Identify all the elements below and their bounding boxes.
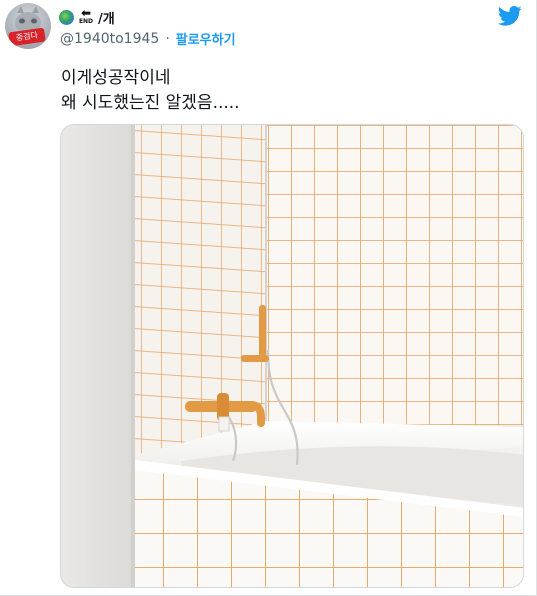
tweet-card: 중검다 ⬅ END /개 @1940to1945 · 팔로우하기 이게성공작이네… [0, 0, 537, 596]
follow-button[interactable]: 팔로우하기 [176, 29, 236, 48]
bathroom-photo [61, 125, 523, 587]
avatar[interactable]: 중검다 [5, 3, 51, 49]
left-wall [61, 125, 135, 587]
tweet-text-line-2: 왜 시도했는진 알겠음..... [61, 93, 240, 113]
tweet-photo[interactable] [60, 124, 524, 588]
end-badge: END [78, 18, 94, 25]
tweet-text: 이게성공작이네 왜 시도했는진 알겠음..... [61, 66, 240, 116]
end-arrow-icon: ⬅ END [76, 6, 96, 26]
globe-icon [59, 9, 74, 25]
twitter-bird-icon[interactable] [498, 6, 522, 26]
display-name[interactable]: ⬅ END /개 [59, 7, 115, 27]
back-tile-wall [266, 125, 523, 425]
separator-dot: · [165, 30, 170, 47]
handle-row: @1940to1945 · 팔로우하기 [60, 29, 236, 49]
left-arrow-glyph: ⬅ [80, 6, 92, 20]
tweet-text-line-1: 이게성공작이네 [61, 68, 171, 88]
shower-head [259, 305, 266, 357]
user-handle[interactable]: @1940to1945 [60, 31, 159, 47]
display-name-text: /개 [98, 11, 115, 27]
